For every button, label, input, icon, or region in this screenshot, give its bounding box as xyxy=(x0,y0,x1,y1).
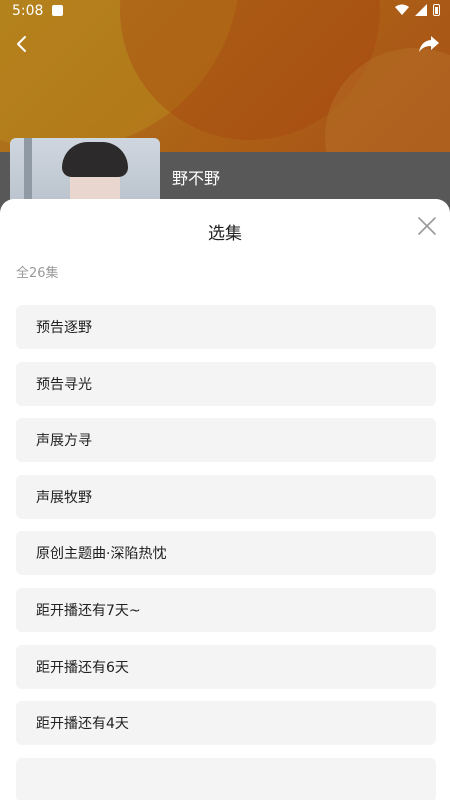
status-time: 5:08 xyxy=(12,3,44,19)
episode-item[interactable] xyxy=(16,757,436,800)
episode-item[interactable]: 原创主题曲·深陷热忱 xyxy=(16,531,436,576)
cover-art-detail xyxy=(24,138,32,208)
cover-art-detail xyxy=(62,142,128,177)
episode-count: 全26集 xyxy=(16,266,59,281)
episode-item[interactable]: 距开播还有7天~ xyxy=(16,587,436,632)
episode-item[interactable]: 距开播还有4天 xyxy=(16,701,436,746)
signal-icon xyxy=(415,4,427,16)
back-arrow-icon[interactable] xyxy=(12,34,32,54)
sheet-title: 选集 xyxy=(208,224,242,244)
episode-item[interactable]: 距开播还有6天 xyxy=(16,644,436,689)
status-bar: 5:08 xyxy=(0,0,450,22)
episode-selection-sheet: 选集 全26集 预告逐野 预告寻光 声展方寻 声展牧野 原创主题曲·深陷热忱 距… xyxy=(0,199,450,800)
episode-item[interactable]: 声展方寻 xyxy=(16,418,436,463)
episode-list: 预告逐野 预告寻光 声展方寻 声展牧野 原创主题曲·深陷热忱 距开播还有7天~ … xyxy=(16,305,436,800)
close-icon[interactable] xyxy=(416,215,438,237)
share-icon[interactable] xyxy=(418,34,440,54)
wifi-icon xyxy=(395,4,409,15)
battery-icon xyxy=(433,4,440,16)
album-cover[interactable] xyxy=(10,138,160,208)
episode-item[interactable]: 预告寻光 xyxy=(16,361,436,406)
notification-icon xyxy=(52,5,63,16)
album-title: 野不野 xyxy=(172,169,221,188)
episode-item[interactable]: 预告逐野 xyxy=(16,305,436,349)
episode-item[interactable]: 声展牧野 xyxy=(16,474,436,519)
